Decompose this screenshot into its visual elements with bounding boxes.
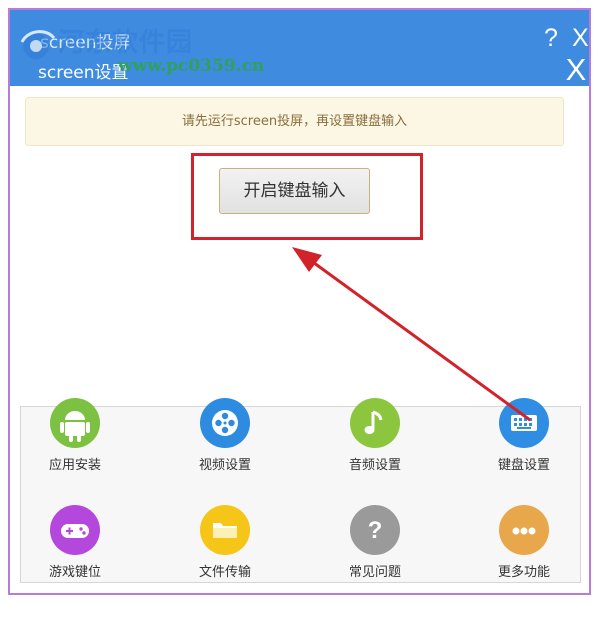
annotation-arrow [292,247,531,422]
